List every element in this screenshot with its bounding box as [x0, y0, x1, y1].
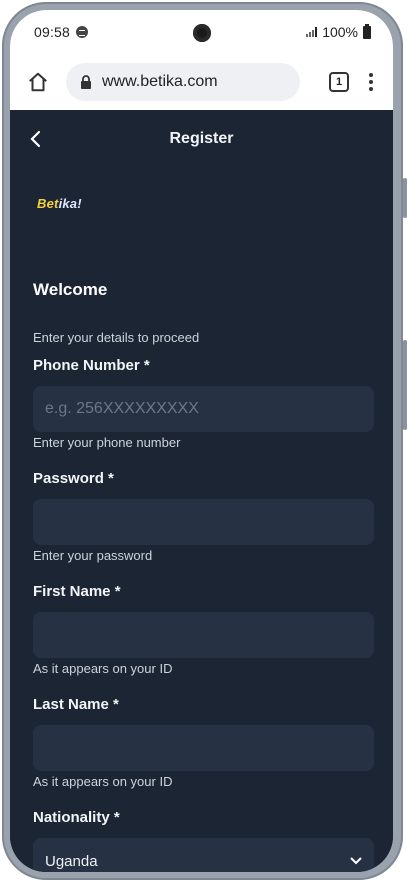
screen: 09:58 100% www.betika.com 1 Register Bet…: [10, 10, 393, 872]
address-bar[interactable]: www.betika.com: [66, 63, 300, 101]
tab-switcher-icon[interactable]: 1: [329, 72, 349, 92]
first-name-label: First Name *: [33, 583, 121, 600]
back-arrow-icon[interactable]: [22, 124, 48, 154]
battery-icon: [363, 23, 371, 39]
last-name-helper: As it appears on your ID: [33, 774, 173, 789]
top-nav: Register: [10, 110, 393, 168]
chevron-down-icon: [350, 857, 362, 865]
browser-toolbar: www.betika.com 1: [10, 54, 393, 110]
side-button: [403, 178, 407, 218]
nationality-select[interactable]: Uganda: [33, 838, 374, 872]
last-name-label: Last Name *: [33, 696, 119, 713]
notification-icon: [76, 26, 89, 38]
battery-text: 100%: [322, 24, 358, 40]
phone-helper: Enter your phone number: [33, 435, 181, 450]
overflow-menu-icon[interactable]: [369, 73, 373, 91]
home-icon[interactable]: [24, 68, 52, 96]
lock-icon: [81, 75, 91, 89]
first-name-input[interactable]: [33, 612, 374, 658]
phone-input[interactable]: e.g. 256XXXXXXXXX: [33, 386, 374, 432]
phone-label: Phone Number *: [33, 357, 150, 374]
register-form: Welcome Enter your details to proceed Ph…: [33, 280, 374, 872]
phone-placeholder: e.g. 256XXXXXXXXX: [45, 400, 199, 417]
password-label: Password *: [33, 470, 114, 487]
status-time: 09:58: [34, 24, 71, 40]
register-page: Register Betika! Welcome Enter your deta…: [10, 110, 393, 872]
subtitle: Enter your details to proceed: [33, 330, 200, 345]
page-title: Register: [169, 130, 234, 147]
url-text: www.betika.com: [102, 73, 218, 90]
status-bar: 09:58 100%: [10, 10, 393, 54]
signal-icon: [306, 27, 318, 37]
tab-count: 1: [335, 76, 343, 88]
last-name-input[interactable]: [33, 725, 374, 771]
password-helper: Enter your password: [33, 548, 153, 563]
status-icons: 100%: [306, 23, 371, 40]
nationality-value: Uganda: [45, 852, 98, 870]
password-input[interactable]: [33, 499, 374, 545]
nationality-label: Nationality *: [33, 809, 120, 826]
first-name-helper: As it appears on your ID: [33, 661, 173, 676]
betika-logo: Betika!: [37, 196, 82, 211]
welcome-heading: Welcome: [33, 280, 108, 299]
side-button: [403, 340, 407, 430]
front-camera: [192, 24, 211, 42]
